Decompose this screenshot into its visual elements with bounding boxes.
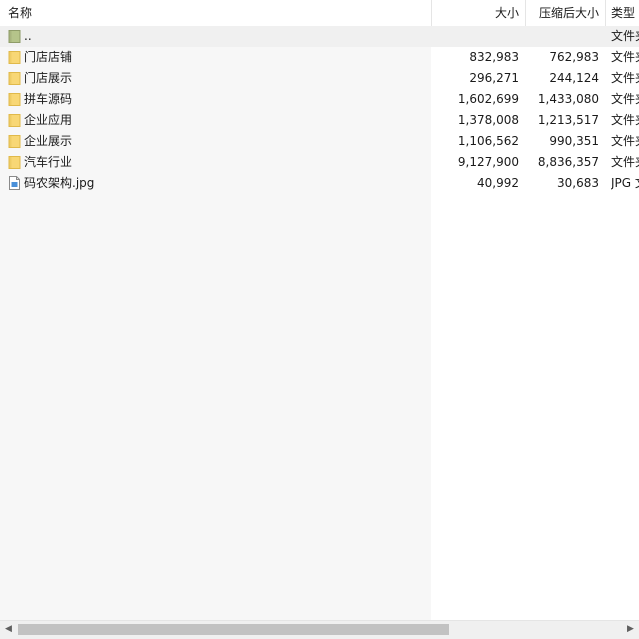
file-type: 文件夹 — [611, 29, 639, 43]
file-compressed-size: 1,433,080 — [537, 92, 599, 106]
file-row[interactable]: 企业应用 1,378,008 1,213,517 文件夹 — [0, 110, 639, 131]
folder-icon — [8, 50, 21, 64]
file-row[interactable]: 门店展示 296,271 244,124 文件夹 — [0, 68, 639, 89]
column-header-name-label: 名称 — [8, 6, 33, 20]
file-row[interactable]: 拼车源码 1,602,699 1,433,080 文件夹 — [0, 89, 639, 110]
file-type: 文件夹 — [611, 50, 639, 64]
file-size — [432, 26, 519, 47]
column-header-name[interactable]: 名称 ^ — [0, 0, 431, 26]
file-size: 9,127,900 — [457, 155, 519, 169]
file-compressed-size — [525, 26, 599, 47]
scrollbar-thumb[interactable] — [18, 624, 449, 635]
parent-directory-row[interactable]: .. 文件夹 — [0, 26, 639, 47]
column-header-type[interactable]: 类型 — [605, 0, 639, 26]
file-compressed-size: 8,836,357 — [537, 155, 599, 169]
folder-icon — [8, 134, 21, 148]
folder-icon — [8, 113, 21, 127]
file-compressed-size: 1,213,517 — [537, 113, 599, 127]
file-name: 码农架构.jpg — [24, 176, 95, 190]
column-header-bar: 名称 ^ 大小 压缩后大小 类型 — [0, 0, 639, 27]
file-compressed-size: 244,124 — [549, 71, 599, 85]
file-row[interactable]: 汽车行业 9,127,900 8,836,357 文件夹 — [0, 152, 639, 173]
file-size: 832,983 — [469, 50, 519, 64]
column-header-size-label: 大小 — [494, 6, 519, 20]
image-file-icon — [8, 176, 21, 190]
file-size: 1,378,008 — [457, 113, 519, 127]
column-header-type-label: 类型 — [611, 6, 636, 20]
file-name: .. — [24, 29, 32, 43]
sort-ascending-icon: ^ — [213, 0, 221, 7]
file-type: 文件夹 — [611, 155, 639, 169]
file-name: 企业展示 — [24, 134, 73, 148]
file-name: 汽车行业 — [24, 155, 73, 169]
scroll-right-arrow-icon[interactable]: ▶ — [622, 621, 639, 638]
file-type: 文件夹 — [611, 71, 639, 85]
file-size: 1,106,562 — [457, 134, 519, 148]
file-row[interactable]: 门店店铺 832,983 762,983 文件夹 — [0, 47, 639, 68]
folder-icon — [8, 155, 21, 169]
file-name: 企业应用 — [24, 113, 73, 127]
file-name: 门店店铺 — [24, 50, 73, 64]
file-compressed-size: 30,683 — [557, 176, 599, 190]
parent-folder-icon — [8, 29, 21, 43]
column-header-compressed[interactable]: 压缩后大小 — [525, 0, 605, 26]
file-type: 文件夹 — [611, 92, 639, 106]
column-header-size[interactable]: 大小 — [431, 0, 525, 26]
column-header-compressed-label: 压缩后大小 — [538, 6, 599, 20]
file-type: 文件夹 — [611, 134, 639, 148]
file-compressed-size: 762,983 — [549, 50, 599, 64]
file-name: 拼车源码 — [24, 92, 73, 106]
folder-icon — [8, 92, 21, 106]
file-size: 1,602,699 — [457, 92, 519, 106]
horizontal-scrollbar[interactable]: ◀ ▶ — [0, 620, 639, 639]
file-type: 文件夹 — [611, 113, 639, 127]
scroll-left-arrow-icon[interactable]: ◀ — [0, 621, 17, 638]
file-list: ..文件夹门店店铺832,983762,983文件夹门店展示296,271244… — [0, 26, 639, 620]
folder-icon — [8, 71, 21, 85]
file-size: 296,271 — [469, 71, 519, 85]
file-row[interactable]: 企业展示 1,106,562 990,351 文件夹 — [0, 131, 639, 152]
file-size: 40,992 — [477, 176, 519, 190]
file-compressed-size: 990,351 — [549, 134, 599, 148]
file-name: 门店展示 — [24, 71, 73, 85]
file-type: JPG 文件 — [611, 176, 639, 190]
file-row[interactable]: 码农架构.jpg 40,992 30,683 JPG 文件 — [0, 173, 639, 194]
